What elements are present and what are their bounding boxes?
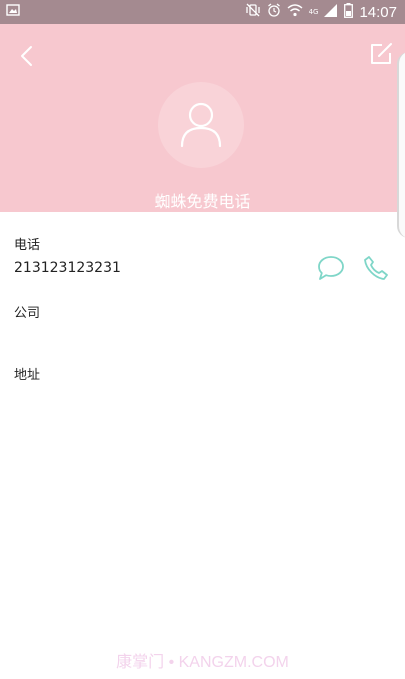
status-bar: 4G 14:07: [0, 0, 405, 24]
status-time: 14:07: [359, 3, 397, 21]
edit-button[interactable]: [366, 38, 396, 70]
watermark: 康掌门 • KANGZM.COM: [116, 654, 289, 671]
call-button[interactable]: [362, 254, 390, 282]
network-type: 4G: [308, 7, 319, 16]
status-left: [6, 4, 20, 20]
vibrate-off-icon: [245, 3, 261, 21]
battery-icon: [344, 2, 354, 22]
contact-name: 蜘蛛免费电话: [154, 192, 251, 211]
address-label: 地址: [14, 368, 41, 383]
wifi-icon: [287, 3, 303, 21]
avatar: [158, 82, 244, 168]
person-icon: [180, 102, 222, 148]
message-button[interactable]: [316, 254, 346, 282]
phone-call-icon: [364, 256, 388, 280]
edit-icon: [371, 43, 392, 64]
company-label: 公司: [14, 306, 41, 321]
back-arrow-icon: [21, 46, 32, 66]
screenshot-icon: [6, 4, 20, 20]
alarm-icon: [267, 3, 281, 21]
back-button[interactable]: [12, 40, 40, 72]
signal-icon: [324, 3, 338, 21]
status-right: 4G 14:07: [245, 2, 397, 22]
phone-label: 电话: [14, 238, 41, 253]
contact-header: 蜘蛛免费电话: [0, 24, 405, 212]
phone-number[interactable]: 213123123231: [14, 260, 121, 276]
message-icon: [318, 256, 344, 280]
edge-panel-handle[interactable]: [397, 52, 405, 238]
